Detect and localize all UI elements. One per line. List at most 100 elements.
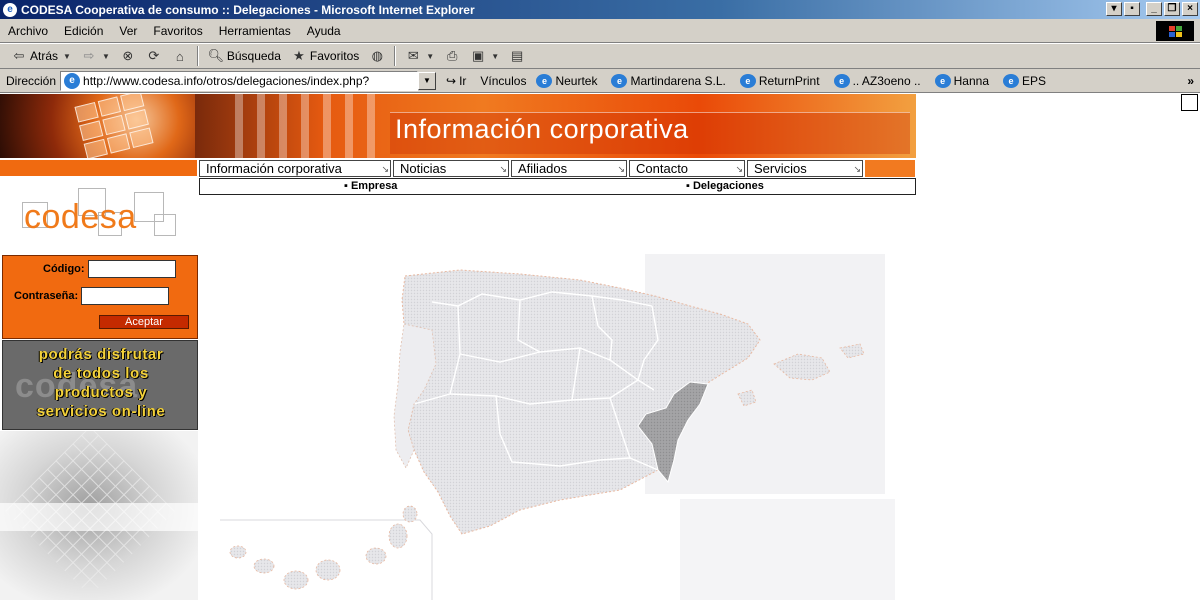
ie-link-icon: e	[934, 73, 951, 88]
link-az3oeno[interactable]: e .. AZ3oeno ..	[833, 73, 921, 88]
stop-icon: ⊗	[122, 48, 134, 63]
media-button[interactable]: ◍	[364, 45, 390, 67]
standard-toolbar: ⇦ Atrás ▼ ⇨ ▼ ⊗ ⟳ ⌂ 🔍︎ Búsqueda ★ Favori…	[0, 44, 1200, 69]
ie-link-icon: e	[536, 73, 553, 88]
tab-servicios[interactable]: Servicios ↘	[747, 160, 863, 177]
link-hanna[interactable]: e Hanna	[934, 73, 989, 88]
back-button[interactable]: ⇦ Atrás ▼	[6, 45, 76, 67]
link-label: Hanna	[953, 73, 989, 88]
toolbar-divider	[394, 46, 397, 66]
menu-edicion[interactable]: Edición	[56, 24, 111, 38]
restore-small-button[interactable]: ▪	[1124, 2, 1140, 16]
corner-arrow-icon: ↘	[853, 164, 861, 174]
login-form: Código: Contraseña: Aceptar	[2, 255, 198, 339]
decorative-sphere-image	[0, 431, 198, 600]
window-title: CODESA Cooperativa de consumo :: Delegac…	[21, 2, 475, 17]
menu-herramientas[interactable]: Herramientas	[211, 24, 299, 38]
chevron-down-icon[interactable]: ▼	[63, 52, 71, 61]
tab-noticias[interactable]: Noticias ↘	[393, 160, 509, 177]
online-services-promo[interactable]: codesa podrás disfrutar de todos los pro…	[2, 340, 198, 430]
chevron-down-icon[interactable]: ▼	[102, 52, 110, 61]
password-input[interactable]	[81, 287, 170, 305]
link-martindarena[interactable]: e Martindarena S.L.	[611, 73, 726, 88]
corner-arrow-icon: ↘	[381, 164, 389, 174]
link-label: EPS	[1022, 73, 1047, 88]
back-arrow-icon: ⇦	[13, 48, 25, 63]
banner-stripes	[235, 94, 385, 158]
home-button[interactable]: ⌂	[167, 45, 193, 67]
corner-arrow-icon: ↘	[617, 164, 625, 174]
aceptar-button[interactable]: Aceptar	[99, 315, 189, 329]
favorites-label: Favoritos	[309, 49, 360, 63]
promo-line: podrás disfrutar	[38, 346, 164, 363]
chevron-down-icon[interactable]: ▼	[426, 52, 434, 61]
promo-text: podrás disfrutar de todos los productos …	[3, 345, 197, 421]
forward-arrow-icon: ⇨	[83, 48, 95, 63]
tab-afiliados[interactable]: Afiliados ↘	[511, 160, 627, 177]
menu-archivo[interactable]: Archivo	[0, 24, 56, 38]
page-viewport: Información corporativa Información corp…	[0, 94, 1200, 600]
edit-button[interactable]: ▣ ▼	[465, 45, 504, 67]
banner-cube-image	[0, 94, 195, 158]
chevron-down-icon[interactable]: ▼	[491, 52, 499, 61]
media-globe-icon: ◍	[371, 48, 383, 63]
scrollbar-up-button[interactable]	[1181, 94, 1198, 111]
tab-informacion-corporativa[interactable]: Información corporativa ↘	[199, 160, 391, 177]
subnav-empresa[interactable]: ▪ Empresa	[344, 180, 397, 192]
mail-icon: ✉	[407, 48, 419, 63]
ie-app-icon: e	[3, 2, 17, 17]
subnav-delegaciones[interactable]: ▪ Delegaciones	[686, 180, 764, 192]
promo-line: productos y	[54, 384, 148, 401]
mail-button[interactable]: ✉ ▼	[400, 45, 439, 67]
tab-label: Información corporativa	[206, 161, 342, 176]
stop-button[interactable]: ⊗	[115, 45, 141, 67]
corner-arrow-icon: ↘	[735, 164, 743, 174]
print-button[interactable]: ⎙	[439, 45, 465, 67]
discuss-button[interactable]: ▤	[504, 45, 530, 67]
home-icon: ⌂	[175, 48, 184, 64]
maximize-button[interactable]: ❐	[1164, 2, 1180, 16]
nav-left-bar	[0, 160, 197, 176]
favorites-folder-icon: ★	[293, 48, 305, 63]
search-button[interactable]: 🔍︎ Búsqueda	[203, 45, 286, 67]
link-returnprint[interactable]: e ReturnPrint	[739, 73, 820, 88]
menu-favoritos[interactable]: Favoritos	[145, 24, 210, 38]
go-button[interactable]: ↪ Ir	[446, 74, 466, 88]
address-label: Dirección	[6, 73, 57, 88]
help-window-button[interactable]: ▾	[1106, 2, 1122, 16]
menu-ayuda[interactable]: Ayuda	[299, 24, 349, 38]
search-icon: 🔍︎	[207, 48, 225, 63]
go-arrow-icon: ↪	[446, 73, 457, 88]
canary-islands	[229, 505, 418, 590]
favorites-button[interactable]: ★ Favoritos	[286, 45, 364, 67]
forward-button[interactable]: ⇨ ▼	[76, 45, 115, 67]
codesa-logo[interactable]: codesa	[0, 178, 198, 254]
close-button[interactable]: ×	[1182, 2, 1198, 16]
menu-bar: Archivo Edición Ver Favoritos Herramient…	[0, 19, 1200, 43]
minimize-button[interactable]: _	[1146, 2, 1162, 16]
link-neurtek[interactable]: e Neurtek	[536, 73, 597, 88]
window-titlebar: e CODESA Cooperativa de consumo :: Deleg…	[0, 0, 1200, 19]
refresh-button[interactable]: ⟳	[141, 45, 167, 67]
edit-page-icon: ▣	[472, 48, 485, 63]
tab-label: Contacto	[636, 161, 689, 176]
corner-arrow-icon: ↘	[499, 164, 507, 174]
links-overflow-chevron-icon[interactable]: »	[1187, 74, 1194, 88]
ie-link-icon: e	[611, 73, 628, 88]
link-eps[interactable]: e EPS	[1003, 73, 1047, 88]
code-input[interactable]	[87, 260, 176, 278]
address-dropdown-button[interactable]: ▼	[418, 71, 437, 90]
search-label: Búsqueda	[226, 49, 281, 63]
menu-ver[interactable]: Ver	[111, 24, 145, 38]
ie-link-icon: e	[833, 73, 850, 88]
tab-contacto[interactable]: Contacto ↘	[629, 160, 745, 177]
address-input[interactable]	[83, 73, 402, 88]
password-label: Contraseña:	[14, 290, 79, 302]
window-controls: ▾ ▪ _ ❐ ×	[1106, 2, 1198, 16]
banner-title: Información corporativa	[395, 114, 689, 144]
spain-delegations-map	[220, 254, 895, 600]
refresh-icon: ⟳	[148, 48, 160, 63]
toolbar-divider	[196, 46, 199, 66]
address-field[interactable]: e	[60, 70, 419, 91]
printer-icon: ⎙	[446, 48, 458, 63]
